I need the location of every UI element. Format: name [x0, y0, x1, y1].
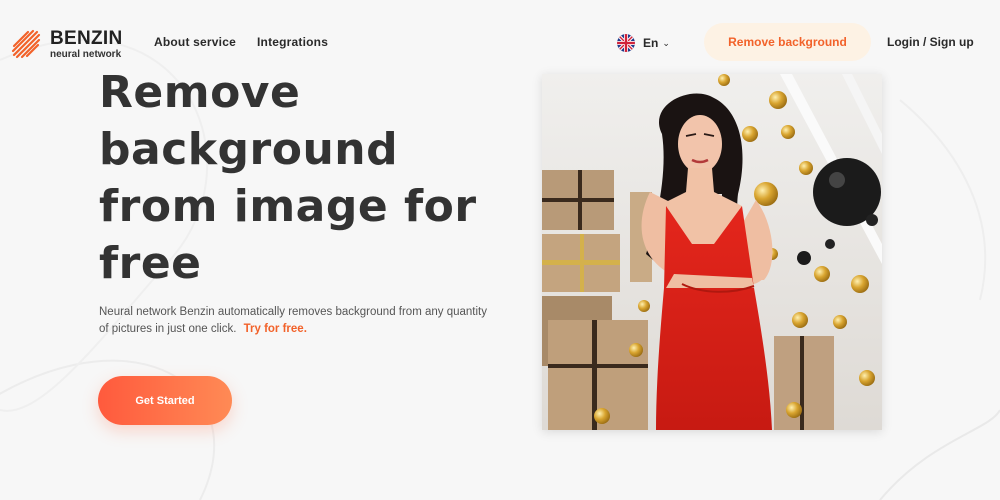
- logo-link[interactable]: BENZIN neural network: [8, 26, 123, 62]
- login-signup-link[interactable]: Login / Sign up: [887, 35, 974, 49]
- brand-name: BENZIN: [50, 27, 123, 49]
- uk-flag-icon: [617, 34, 635, 52]
- get-started-button[interactable]: Get Started: [98, 376, 232, 425]
- benzin-logo-icon: [11, 29, 41, 59]
- hero-description: Neural network Benzin automatically remo…: [99, 304, 499, 338]
- logo-text: BENZIN neural network: [50, 29, 123, 60]
- language-label: En: [643, 36, 659, 50]
- brand-subtitle: neural network: [50, 48, 122, 60]
- landing-page: BENZIN neural network About service Inte…: [0, 0, 1000, 500]
- hero-photo-illustration: [542, 74, 882, 430]
- hero-photo: [542, 74, 882, 430]
- chevron-down-icon: ⌄: [662, 37, 670, 48]
- language-selector[interactable]: En ⌄: [617, 34, 670, 52]
- try-for-free-link[interactable]: Try for free.: [244, 323, 307, 335]
- remove-background-button[interactable]: Remove background: [704, 23, 871, 61]
- nav-about-service[interactable]: About service: [154, 35, 236, 49]
- hero-title: Remove background from image for free: [99, 67, 477, 289]
- nav-integrations[interactable]: Integrations: [257, 35, 328, 49]
